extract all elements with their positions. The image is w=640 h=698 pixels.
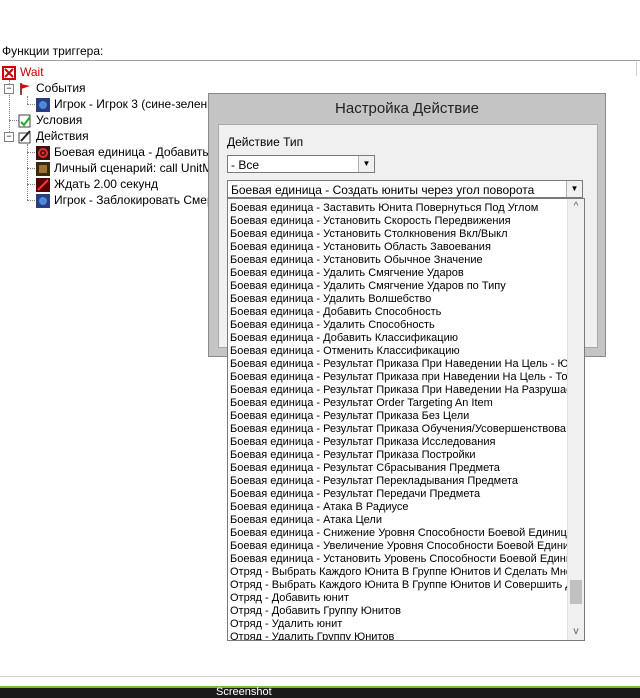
list-item[interactable]: Боевая единица - Результат Сбрасывания П…	[228, 462, 568, 475]
list-item[interactable]: Боевая единица - Результат Передачи Пред…	[228, 488, 568, 501]
list-item[interactable]: Боевая единица - Установить Область Заво…	[228, 241, 568, 254]
list-item[interactable]: Боевая единица - Удалить Волшебство	[228, 293, 568, 306]
list-item[interactable]: Боевая единица - Установить Скорость Пер…	[228, 215, 568, 228]
list-item[interactable]: Боевая единица - Заставить Юнита Поверну…	[228, 202, 568, 215]
tree-item-action[interactable]: Боевая единица - Добавить А	[36, 144, 220, 160]
tree-item-event[interactable]: Игрок - Игрок 3 (сине-зелены	[36, 96, 216, 112]
list-item[interactable]: Отряд - Добавить юнит	[228, 592, 568, 605]
tree-connector	[27, 168, 35, 169]
tree-connector	[27, 184, 35, 185]
tree-item-label: Игрок - Игрок 3 (сине-зелены	[54, 97, 216, 111]
action-list-items: Боевая единица - Заставить Юнита Поверну…	[228, 202, 568, 640]
divider	[636, 62, 637, 76]
tree-item-label: События	[36, 81, 86, 95]
expand-toggle-events[interactable]: −	[4, 84, 14, 94]
tree-item-action[interactable]: Личный сценарий: call UnitMa	[36, 160, 219, 176]
list-item[interactable]: Боевая единица - Результат Приказа при Н…	[228, 371, 568, 384]
action-type-dropdown[interactable]: - Все ▼	[227, 155, 375, 173]
list-item[interactable]: Боевая единица - Установить Обычное Знач…	[228, 254, 568, 267]
tree-item-label: Ждать 2.00 секунд	[54, 177, 158, 191]
tree-connector	[27, 96, 28, 104]
tree-item-action[interactable]: Ждать 2.00 секунд	[36, 176, 158, 192]
tree-item-label: Действия	[36, 129, 89, 143]
tree-connector	[27, 104, 35, 105]
list-item[interactable]: Боевая единица - Результат Перекладывани…	[228, 475, 568, 488]
list-item[interactable]: Боевая единица - Установить Уровень Спос…	[228, 553, 568, 566]
tree-item-label: Игрок - Заблокировать Смерт	[54, 193, 219, 207]
list-item[interactable]: Боевая единица - Снижение Уровня Способн…	[228, 527, 568, 540]
chevron-down-icon[interactable]: ▼	[358, 156, 374, 172]
tree-root[interactable]: Wait	[2, 64, 44, 80]
trigger-functions-label: Функции триггера:	[2, 44, 104, 58]
list-item[interactable]: Боевая единица - Добавить Классификацию	[228, 332, 568, 345]
list-item[interactable]: Боевая единица - Отменить Классификацию	[228, 345, 568, 358]
list-item[interactable]: Боевая единица - Установить Столкновения…	[228, 228, 568, 241]
divider	[0, 676, 640, 677]
list-item[interactable]: Боевая единица - Результат Приказа Без Ц…	[228, 410, 568, 423]
list-item[interactable]: Боевая единица - Удалить Смягчение Ударо…	[228, 280, 568, 293]
taskbar: Screenshot	[0, 686, 640, 698]
scroll-thumb[interactable]	[570, 580, 582, 604]
scroll-up-icon[interactable]: ^	[568, 199, 584, 215]
gear-icon	[36, 145, 50, 160]
actions-icon	[18, 130, 32, 144]
list-item[interactable]: Отряд - Выбрать Каждого Юнита В Группе Ю…	[228, 579, 568, 592]
list-item[interactable]: Отряд - Выбрать Каждого Юнита В Группе Ю…	[228, 566, 568, 579]
tree-item-label: Условия	[36, 113, 83, 127]
list-item[interactable]: Отряд - Удалить Группу Юнитов	[228, 631, 568, 640]
tree-item-label: Личный сценарий: call UnitMa	[54, 161, 219, 175]
scroll-down-icon[interactable]: v	[568, 624, 584, 640]
wait-icon	[36, 177, 50, 192]
list-item[interactable]: Боевая единица - Результат Приказа Обуче…	[228, 423, 568, 436]
trigger-disabled-icon	[2, 65, 16, 80]
tree-item-label: Боевая единица - Добавить А	[54, 145, 220, 159]
list-item[interactable]: Боевая единица - Результат Приказа При Н…	[228, 358, 568, 371]
tree-item-conditions[interactable]: Условия	[18, 112, 82, 128]
action-type-value: - Все	[231, 158, 260, 172]
list-item[interactable]: Боевая единица - Результат Приказа При Н…	[228, 384, 568, 397]
chevron-down-icon[interactable]: ▼	[566, 181, 582, 197]
list-item[interactable]: Боевая единица - Атака Цели	[228, 514, 568, 527]
action-dropdown[interactable]: Боевая единица - Создать юниты через уго…	[227, 180, 583, 198]
tree-item-action[interactable]: Игрок - Заблокировать Смерт	[36, 192, 219, 208]
conditions-icon	[18, 114, 32, 128]
list-item[interactable]: Боевая единица - Результат Приказа Постр…	[228, 449, 568, 462]
taskbar-label[interactable]: Screenshot	[216, 686, 272, 698]
script-icon	[36, 161, 50, 176]
tree-item-actions[interactable]: Действия	[18, 128, 89, 144]
tree-root-label: Wait	[20, 65, 44, 79]
list-item[interactable]: Отряд - Удалить юнит	[228, 618, 568, 631]
player-icon	[36, 97, 50, 112]
tree-connector	[27, 152, 35, 153]
player-icon	[36, 193, 50, 208]
list-item[interactable]: Боевая единица - Атака В Радиусе	[228, 501, 568, 514]
list-item[interactable]: Боевая единица - Результат Order Targeti…	[228, 397, 568, 410]
list-item[interactable]: Боевая единица - Удалить Способность	[228, 319, 568, 332]
list-item[interactable]: Боевая единица - Результат Приказа Иссле…	[228, 436, 568, 449]
tree-item-events[interactable]: События	[18, 80, 86, 96]
action-value: Боевая единица - Создать юниты через уго…	[231, 183, 535, 197]
action-type-label: Действие Тип	[227, 135, 304, 149]
list-item[interactable]: Боевая единица - Удалить Смягчение Ударо…	[228, 267, 568, 280]
expand-toggle-actions[interactable]: −	[4, 132, 14, 142]
tree-connector	[27, 200, 35, 201]
scrollbar[interactable]: ^ v	[567, 199, 584, 640]
action-list[interactable]: Боевая единица - Заставить Юнита Поверну…	[227, 198, 585, 641]
dialog-title: Настройка Действие	[335, 100, 479, 117]
divider	[0, 60, 640, 61]
list-item[interactable]: Боевая единица - Увеличение Уровня Спосо…	[228, 540, 568, 553]
list-item[interactable]: Отряд - Добавить Группу Юнитов	[228, 605, 568, 618]
flag-icon	[18, 82, 32, 96]
list-item[interactable]: Боевая единица - Добавить Способность	[228, 306, 568, 319]
